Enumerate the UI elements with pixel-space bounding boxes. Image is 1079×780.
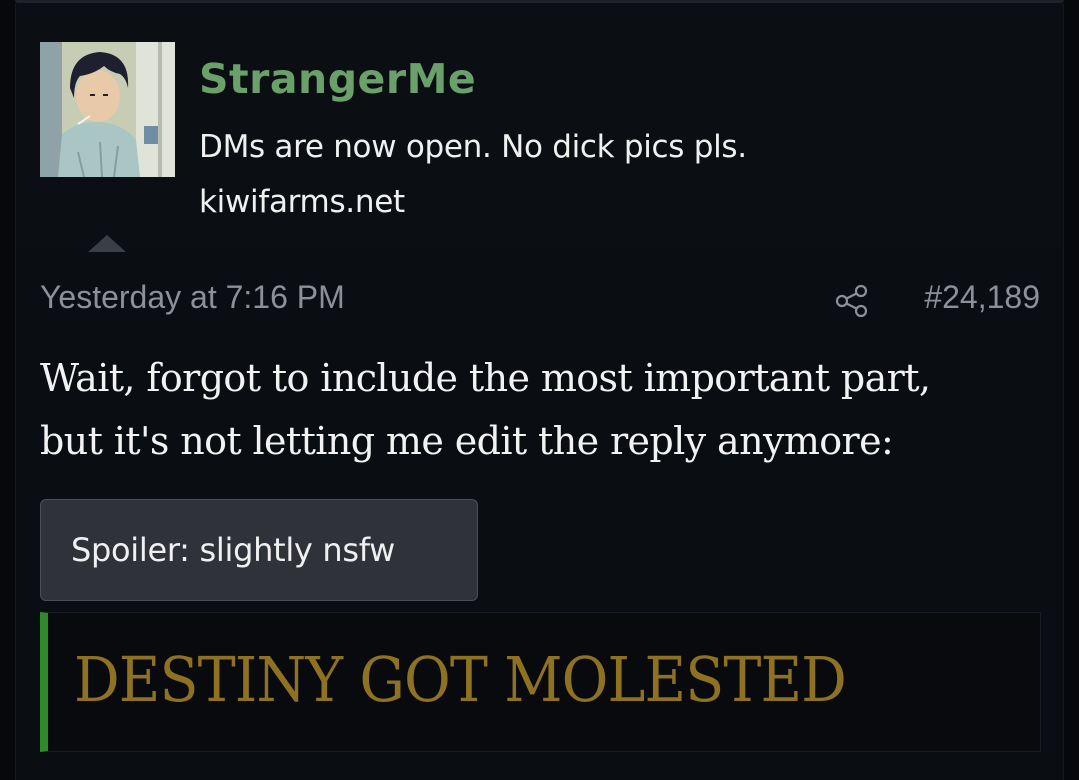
user-block: StrangerMe DMs are now open. No dick pic…	[16, 3, 1063, 252]
share-icon[interactable]	[834, 283, 870, 319]
caret-up-icon	[88, 235, 126, 252]
post-body-line: Wait, forgot to include the most importa…	[40, 356, 931, 400]
post-timestamp[interactable]: Yesterday at 7:16 PM	[40, 279, 345, 316]
post-number-link[interactable]: #24,189	[924, 279, 1040, 316]
quote-block: DESTINY GOT MOLESTED	[40, 612, 1041, 752]
spoiler-button[interactable]: Spoiler: slightly nsfw	[40, 499, 478, 601]
post-body: Wait, forgot to include the most importa…	[40, 347, 1060, 473]
avatar-image	[40, 42, 175, 177]
user-site: kiwifarms.net	[199, 184, 405, 220]
avatar[interactable]	[40, 42, 175, 177]
post-body-line: but it's not letting me edit the reply a…	[40, 419, 894, 463]
quote-text: DESTINY GOT MOLESTED	[74, 643, 847, 716]
forum-post: StrangerMe DMs are now open. No dick pic…	[15, 3, 1064, 780]
username[interactable]: StrangerMe	[199, 55, 476, 103]
user-title: DMs are now open. No dick pics pls.	[199, 129, 747, 165]
